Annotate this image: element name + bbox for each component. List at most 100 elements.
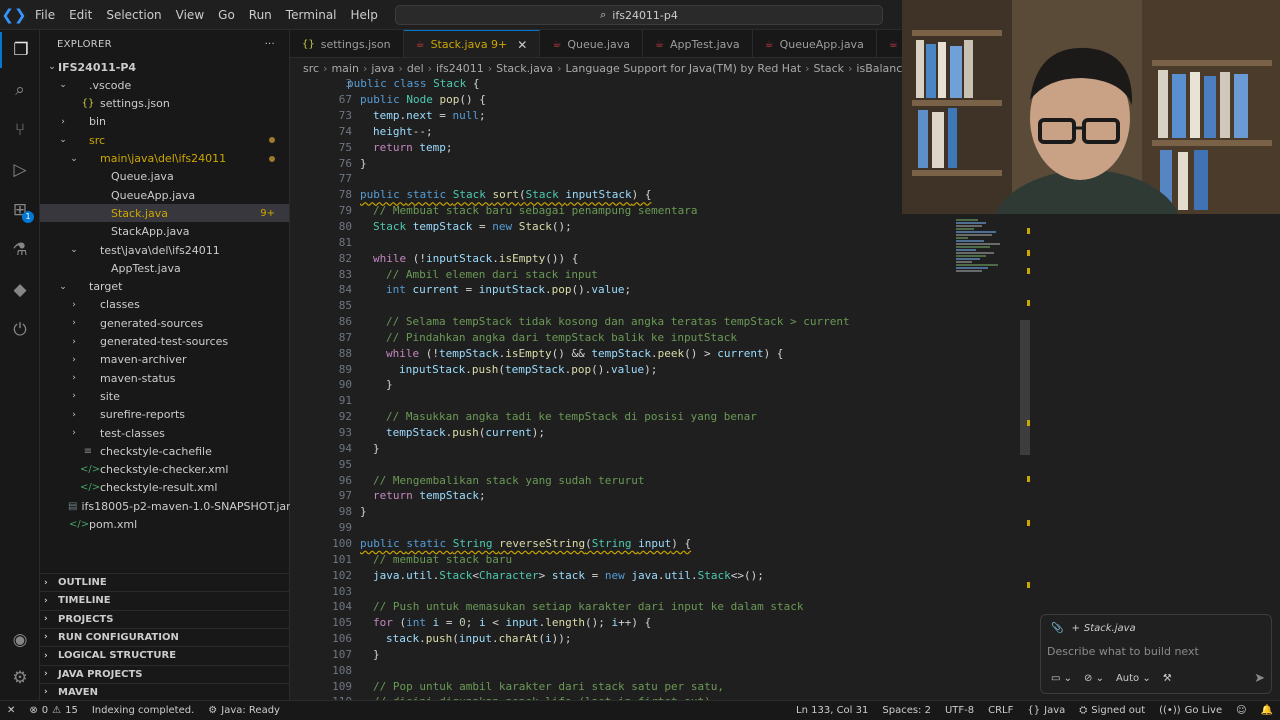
tab-settings-json[interactable]: {} settings.json [290,30,404,57]
menu-terminal[interactable]: Terminal [279,0,344,30]
code-line[interactable]: 83 // Ambil elemen dari stack input [290,267,950,283]
code-line[interactable]: 101 // membuat stack baru [290,552,950,568]
code-line[interactable]: 75 return temp; [290,140,950,156]
tree-item-classes[interactable]: › classes [40,296,289,314]
cursor-position[interactable]: Ln 133, Col 31 [789,705,875,716]
code-line[interactable]: 106 stack.push(input.charAt(i)); [290,631,950,647]
code-line[interactable]: 87 // Pindahkan angka dari tempStack bali… [290,330,950,346]
section-run-configuration[interactable]: › RUN CONFIGURATION [40,627,289,646]
editor-scrollbar[interactable] [1020,320,1030,455]
section-timeline[interactable]: › TIMELINE [40,591,289,609]
tree-item-surefire-reports[interactable]: › surefire-reports [40,406,289,424]
language-mode[interactable]: {} Java [1020,705,1072,716]
code-line[interactable]: 74 height--; [290,124,950,140]
code-line[interactable]: 77 [290,171,950,187]
power-icon[interactable]: ⏻ [0,312,40,348]
run-debug-icon[interactable]: ▷ [0,152,40,188]
tree-item-settings-json[interactable]: {} settings.json [40,95,289,113]
tree-item-target[interactable]: ⌄ target [40,278,289,296]
tab-stack-java-9[interactable]: ☕ Stack.java 9+ ✕ [403,30,541,57]
indentation[interactable]: Spaces: 2 [875,705,938,716]
tree-item-main-java-del-ifs24011[interactable]: ⌄ main\java\del\ifs24011 [40,150,289,168]
section-logical-structure[interactable]: › LOGICAL STRUCTURE [40,646,289,664]
menu-go[interactable]: Go [211,0,242,30]
problems-indicator[interactable]: ⊗ 0 ⚠ 15 [22,705,84,716]
breadcrumb-item[interactable]: main [331,62,358,75]
tree-item-checkstyle-cachefile[interactable]: ≡ checkstyle-cachefile [40,442,289,460]
tree-item-ifs18005-p2-maven-1-0-snapshot-jar[interactable]: ▤ ifs18005-p2-maven-1.0-SNAPSHOT.jar [40,497,291,515]
code-line[interactable]: 104 // Push untuk memasukan setiap karakt… [290,599,950,615]
breadcrumb-item[interactable]: Stack [814,62,844,75]
section-java-projects[interactable]: › JAVA PROJECTS [40,664,289,683]
code-line[interactable]: 103 [290,584,950,600]
go-live-button[interactable]: ((•)) Go Live [1152,705,1229,716]
source-control-icon[interactable]: ⑂ [0,112,40,148]
tree-item-src[interactable]: ⌄ src [40,131,289,149]
attach-icon[interactable]: 📎 [1051,623,1063,634]
account-icon[interactable]: ◉ [0,622,40,658]
code-line[interactable]: 88 while (!tempStack.isEmpty() && tempSta… [290,346,950,362]
tree-item-pom-xml[interactable]: </> pom.xml [40,516,289,534]
code-line[interactable]: 81 [290,235,950,251]
code-line[interactable]: 91 [290,393,950,409]
code-line[interactable]: 76} [290,156,950,172]
code-line[interactable]: 95 [290,457,950,473]
remote-icon[interactable]: ✕ [0,705,22,716]
settings-gear-icon[interactable]: ⚙ [0,660,40,696]
code-line[interactable]: 96 // Mengembalikan stack yang sudah teru… [290,473,950,489]
section-projects[interactable]: › PROJECTS [40,609,289,628]
tools-icon[interactable]: ⊘ ⌄ [1084,673,1104,684]
code-line[interactable]: 84 int current = inputStack.pop().value; [290,282,950,298]
menu-help[interactable]: Help [344,0,385,30]
tree-item-stackapp-java[interactable]: StackApp.java [40,223,289,241]
breadcrumb-item[interactable]: Stack.java [496,62,553,75]
code-line[interactable]: 90} [290,377,950,393]
account-status[interactable]: ⛭ Signed out [1072,705,1152,716]
code-line[interactable]: 67 public Node pop() { [290,92,950,108]
chat-mode-icon[interactable]: ▭ ⌄ [1051,673,1072,684]
explorer-icon[interactable]: ❐ [0,32,40,68]
code-line[interactable]: 107} [290,647,950,663]
code-line[interactable]: 99 [290,520,950,536]
code-line[interactable]: 82 while (!inputStack.isEmpty()) { [290,251,950,267]
code-line[interactable]: 98} [290,504,950,520]
tree-item-ifs24011-p4[interactable]: ⌄ IFS24011-P4 [40,58,289,76]
testing-icon[interactable]: ⚗ [0,232,40,268]
code-line[interactable]: 85 [290,298,950,314]
tree-item-queueapp-java[interactable]: QueueApp.java [40,186,289,204]
encoding[interactable]: UTF-8 [938,705,981,716]
menu-edit[interactable]: Edit [62,0,99,30]
code-line[interactable]: 73 temp.next = null; [290,108,950,124]
tree-item-test-classes[interactable]: › test-classes [40,424,289,442]
code-line[interactable]: 92 // Masukkan angka tadi ke tempStack di… [290,409,950,425]
menu-file[interactable]: File [28,0,62,30]
tree-item-vscode[interactable]: ⌄ .vscode [40,76,289,94]
code-line[interactable]: 94} [290,441,950,457]
tree-item-maven-status[interactable]: › maven-status [40,369,289,387]
configure-tools-icon[interactable]: ⚒ [1163,673,1172,684]
menu-view[interactable]: View [169,0,211,30]
chat-input[interactable]: Describe what to build next [1047,645,1257,658]
code-line[interactable]: 108 [290,663,950,679]
tree-item-apptest-java[interactable]: AppTest.java [40,259,289,277]
code-line[interactable]: 109 // Pop untuk ambil karakter dari stac… [290,679,950,695]
tab-queueapp-java[interactable]: ☕ QueueApp.java [753,30,877,57]
tree-item-site[interactable]: › site [40,387,289,405]
section-maven[interactable]: › MAVEN [40,682,289,701]
minimap[interactable] [950,215,1022,700]
menu-selection[interactable]: Selection [99,0,168,30]
code-line[interactable]: 102 java.util.Stack<Character> stack = ne… [290,568,950,584]
breadcrumb-item[interactable]: ifs24011 [436,62,484,75]
code-line[interactable]: 86 // Selama tempStack tidak kosong dan a… [290,314,950,330]
code-line[interactable]: 97 return tempStack; [290,488,950,504]
code-line[interactable]: 105 for (int i = 0; i < input.length(); i… [290,615,950,631]
code-line[interactable]: 93 tempStack.push(current); [290,425,950,441]
tree-item-checkstyle-result-xml[interactable]: </> checkstyle-result.xml [40,479,289,497]
tree-item-test-java-del-ifs24011[interactable]: ⌄ test\java\del\ifs24011 [40,241,289,259]
breadcrumb-item[interactable]: src [303,62,319,75]
tab-queue-java[interactable]: ☕ Queue.java [540,30,643,57]
code-line[interactable]: 3 public class Stack { [290,78,950,92]
code-line[interactable]: 100 public static String reverseString(St… [290,536,950,552]
section-outline[interactable]: › OUTLINE [40,573,289,591]
line-ending[interactable]: CRLF [981,705,1020,716]
